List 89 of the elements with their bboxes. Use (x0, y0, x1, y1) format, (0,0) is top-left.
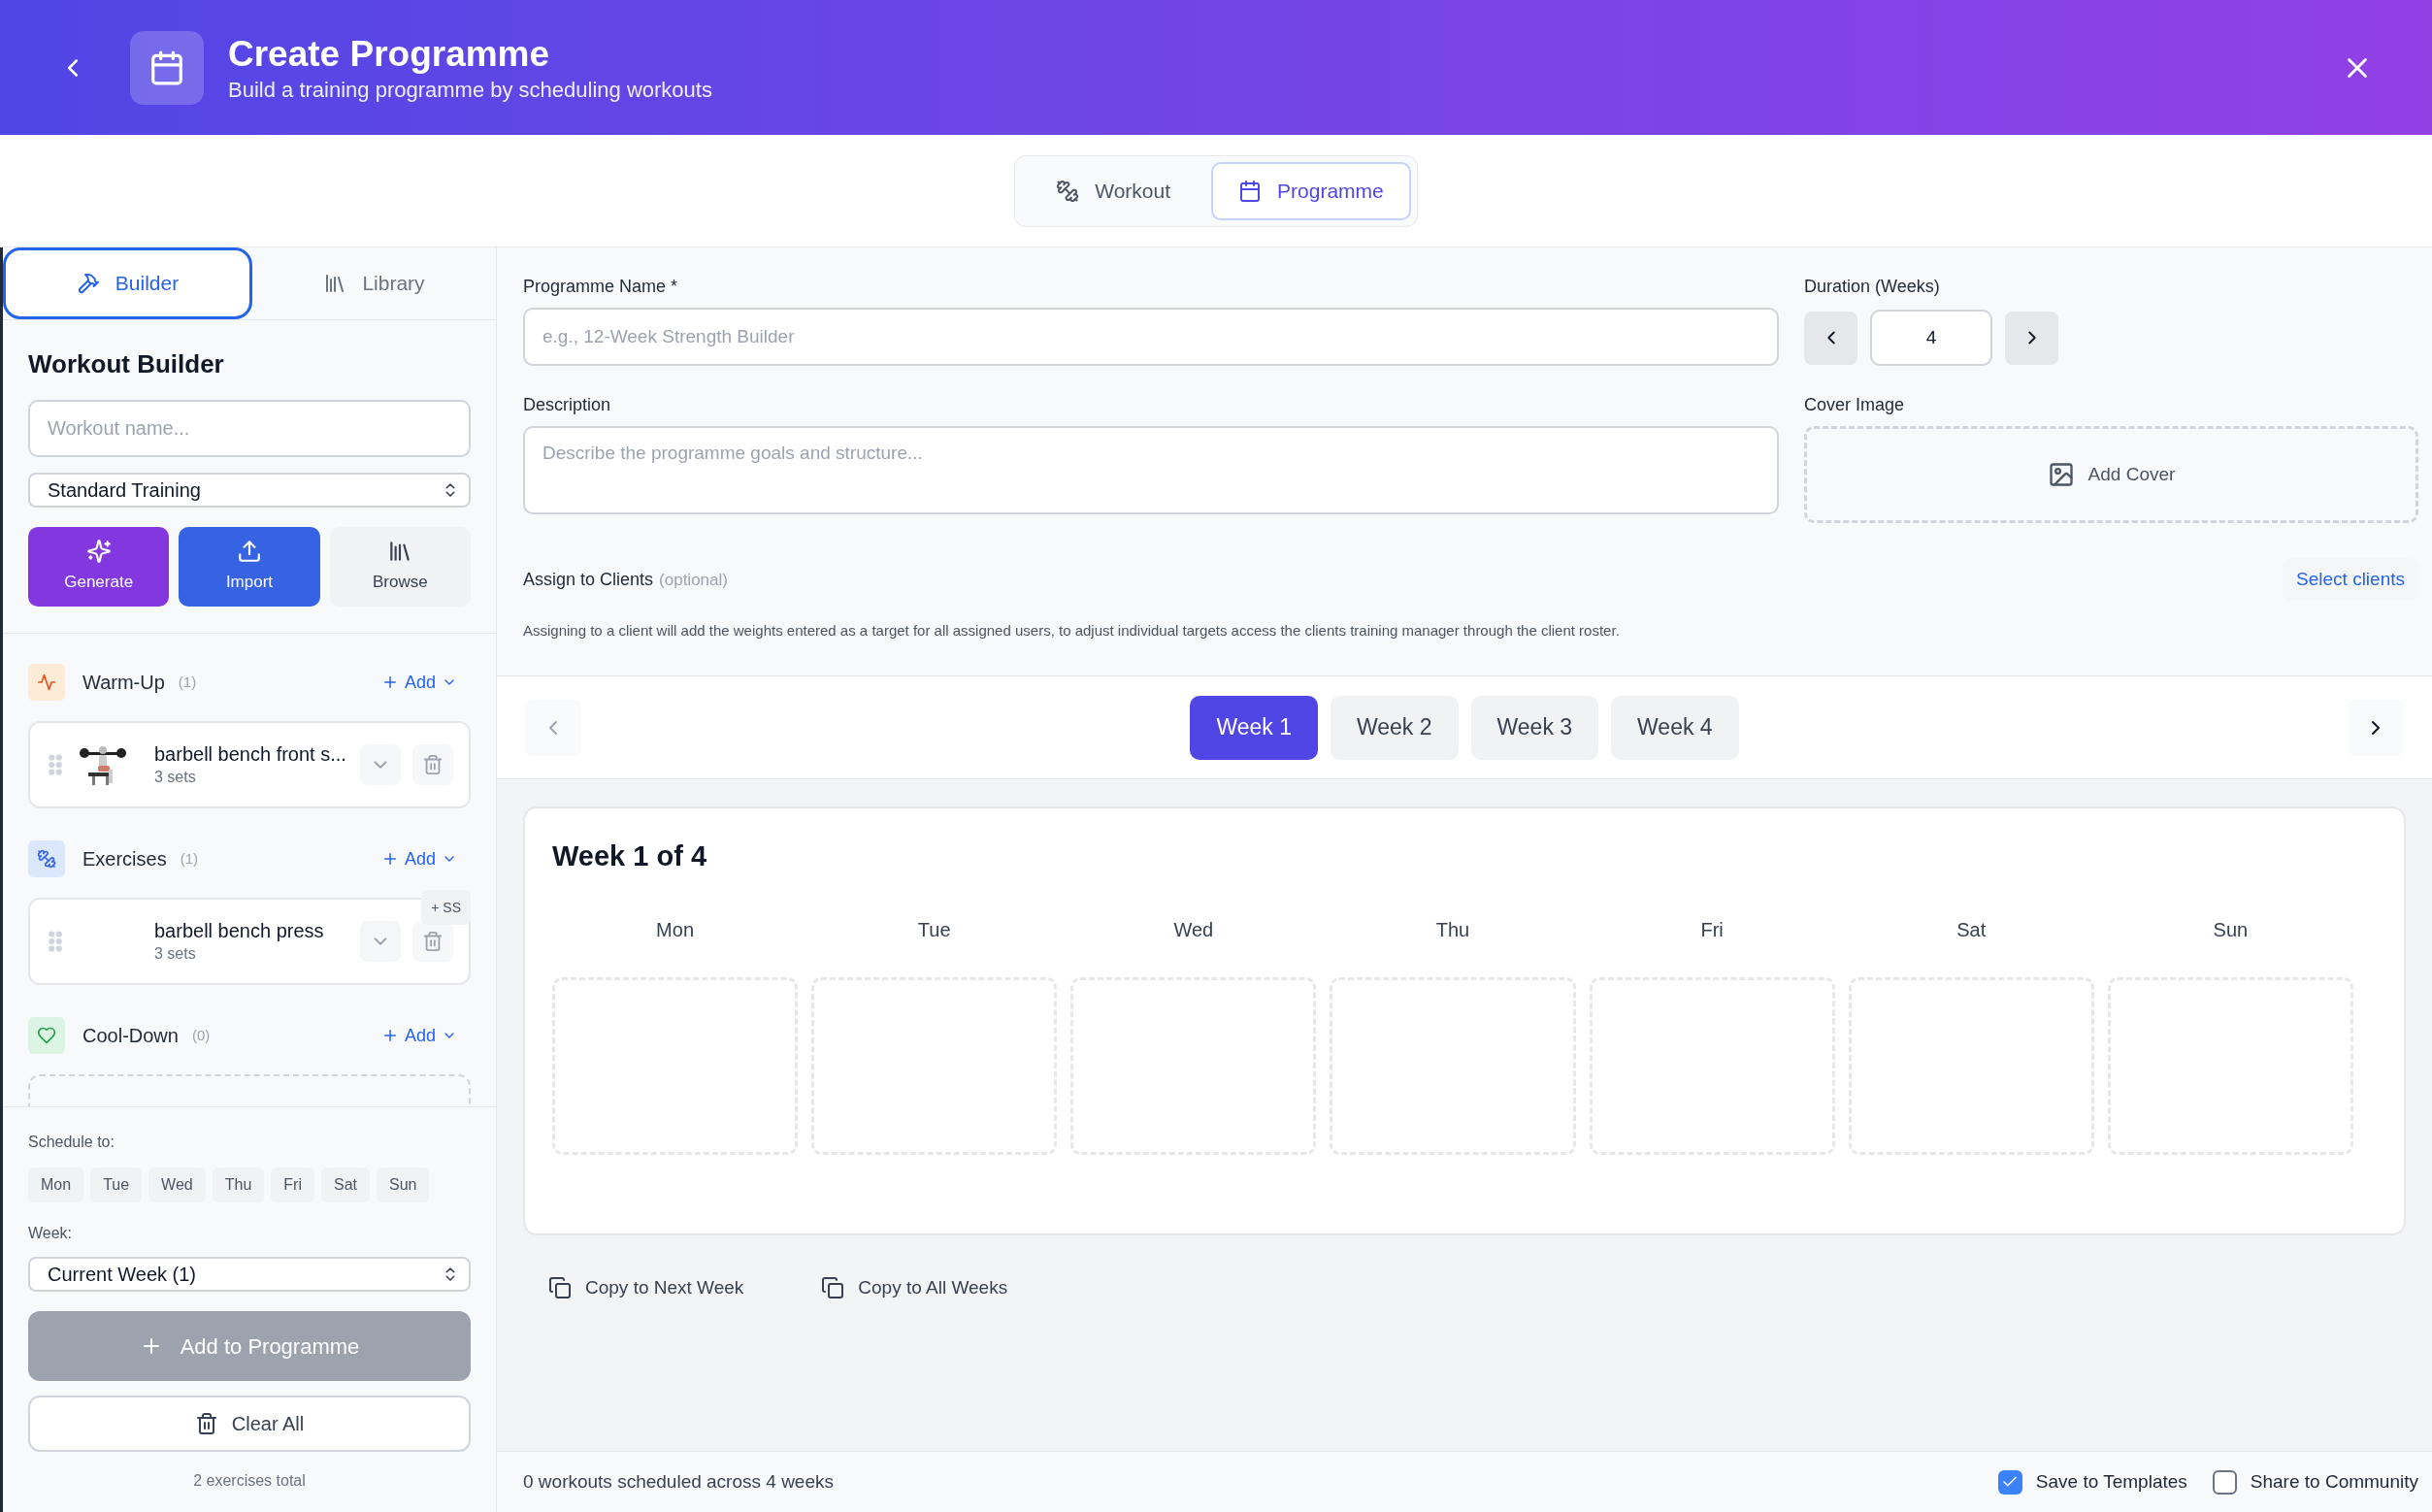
dumbbell-icon (1056, 179, 1080, 203)
exercise-name: barbell bench press (154, 919, 325, 943)
day-header: Tue (916, 918, 952, 942)
mode-tab[interactable]: Workout (1021, 161, 1206, 220)
mode-tab[interactable]: Programme (1211, 161, 1411, 220)
trash-icon (194, 1412, 218, 1435)
assign-label: Assign to Clients (523, 568, 654, 591)
day-header: Fri (1699, 918, 1725, 942)
delete-button[interactable] (412, 744, 453, 785)
copy-week-button[interactable]: Copy to All Weeks (821, 1274, 1008, 1302)
checkbox-label: Save to Templates (2035, 1469, 2187, 1494)
add-cover-button[interactable]: Add Cover (1804, 426, 2418, 523)
exercise-total: 2 exercises total (192, 1471, 307, 1491)
heart-icon (37, 1026, 56, 1045)
drag-handle-icon (46, 929, 65, 954)
week-select[interactable]: Current Week (1) (28, 1257, 471, 1292)
expand-button[interactable] (360, 921, 401, 962)
day-header: Sun (2212, 918, 2250, 942)
week-tab[interactable]: Week 1 (1190, 695, 1318, 760)
day-header: Wed (1172, 918, 1215, 942)
week-tab[interactable]: Week 3 (1470, 695, 1599, 760)
clear-all-button[interactable]: Clear All (28, 1396, 471, 1452)
day-chip[interactable]: Sat (320, 1167, 370, 1202)
day-header: Thu (1434, 918, 1471, 942)
superset-button[interactable]: + SS (421, 890, 471, 925)
page-title: Create Programme (228, 32, 551, 76)
description-field[interactable]: Describe the programme goals and structure... (523, 426, 1779, 514)
schedule-label: Schedule to: (28, 1133, 115, 1152)
generate-button[interactable]: Generate (28, 527, 170, 607)
drag-handle-icon (46, 752, 65, 777)
section-title: Cool-Down (82, 1024, 179, 1048)
day-chip[interactable]: Sun (376, 1167, 430, 1202)
trash-icon (422, 931, 444, 952)
workout-name-field[interactable]: Workout name... (28, 400, 471, 457)
exercise-name: barbell bench front s... (154, 742, 347, 767)
schedule-summary: 0 workouts scheduled across 4 weeks (523, 1469, 834, 1494)
week-label: Week: (28, 1224, 74, 1243)
upload-icon (237, 539, 262, 565)
day-chip[interactable]: Tue (90, 1167, 143, 1202)
exercise-sets: 3 sets (154, 768, 197, 787)
week-tab[interactable]: Week 2 (1330, 695, 1459, 760)
copy-icon (821, 1276, 845, 1300)
exercise-sets: 3 sets (154, 944, 197, 964)
section-count: (1) (180, 848, 199, 869)
calendar-icon (148, 49, 185, 86)
field-label: Cover Image (1804, 394, 1906, 416)
week-title: Week 1 of 4 (552, 839, 707, 873)
add-button[interactable]: Add (380, 1022, 457, 1049)
section-title: Warm-Up (82, 671, 165, 695)
field-label: Description (523, 394, 612, 416)
day-header: Sat (1955, 918, 1988, 942)
pulse-icon (37, 673, 56, 692)
expand-button[interactable] (360, 744, 401, 785)
trash-icon (422, 754, 444, 775)
calendar-icon (1238, 179, 1263, 203)
day-chip[interactable]: Fri (271, 1167, 314, 1202)
field-label: Programme Name * (523, 276, 679, 298)
delete-button[interactable] (412, 921, 453, 962)
week-tab[interactable]: Week 4 (1611, 695, 1739, 760)
sidebar-tab[interactable]: Library (252, 247, 496, 319)
training-type-select[interactable]: Standard Training (28, 473, 471, 508)
add-button[interactable]: Add (380, 845, 457, 872)
day-chip[interactable]: Thu (212, 1167, 265, 1202)
page-subtitle: Build a training programme by scheduling workouts (228, 76, 712, 104)
day-chip[interactable]: Wed (148, 1167, 206, 1202)
optional-hint: (optional) (659, 569, 728, 591)
add-button[interactable]: Add (380, 669, 457, 696)
copy-icon (548, 1276, 572, 1300)
assign-note: Assigning to a client will add the weights entered as a target for all assigned users, to adjust individual targets access the clients training manager through the client roster. (523, 621, 1621, 641)
hammer-icon (76, 272, 100, 295)
checkbox-label: Share to Community (2250, 1469, 2418, 1494)
checkbox[interactable] (2212, 1469, 2237, 1495)
copy-week-button[interactable]: Copy to Next Week (548, 1274, 744, 1302)
dumbbell-icon (37, 849, 56, 869)
import-button[interactable]: Import (179, 527, 320, 607)
duration-field[interactable]: 4 (1870, 310, 1992, 366)
section-heading: Workout Builder (28, 348, 225, 380)
day-chip[interactable]: Mon (28, 1167, 84, 1202)
section-title: Exercises (82, 847, 167, 871)
field-label: Duration (Weeks) (1804, 276, 1941, 298)
sidebar-tab[interactable]: Builder (3, 247, 252, 319)
image-icon (2047, 461, 2075, 488)
section-count: (0) (191, 1025, 211, 1045)
section-count: (1) (178, 672, 197, 692)
checkbox[interactable] (1997, 1469, 2022, 1495)
programme-name-field[interactable]: e.g., 12-Week Strength Builder (523, 308, 1779, 366)
sparkles-icon (85, 539, 112, 565)
day-header: Mon (655, 918, 695, 942)
browse-button[interactable]: Browse (329, 527, 471, 607)
